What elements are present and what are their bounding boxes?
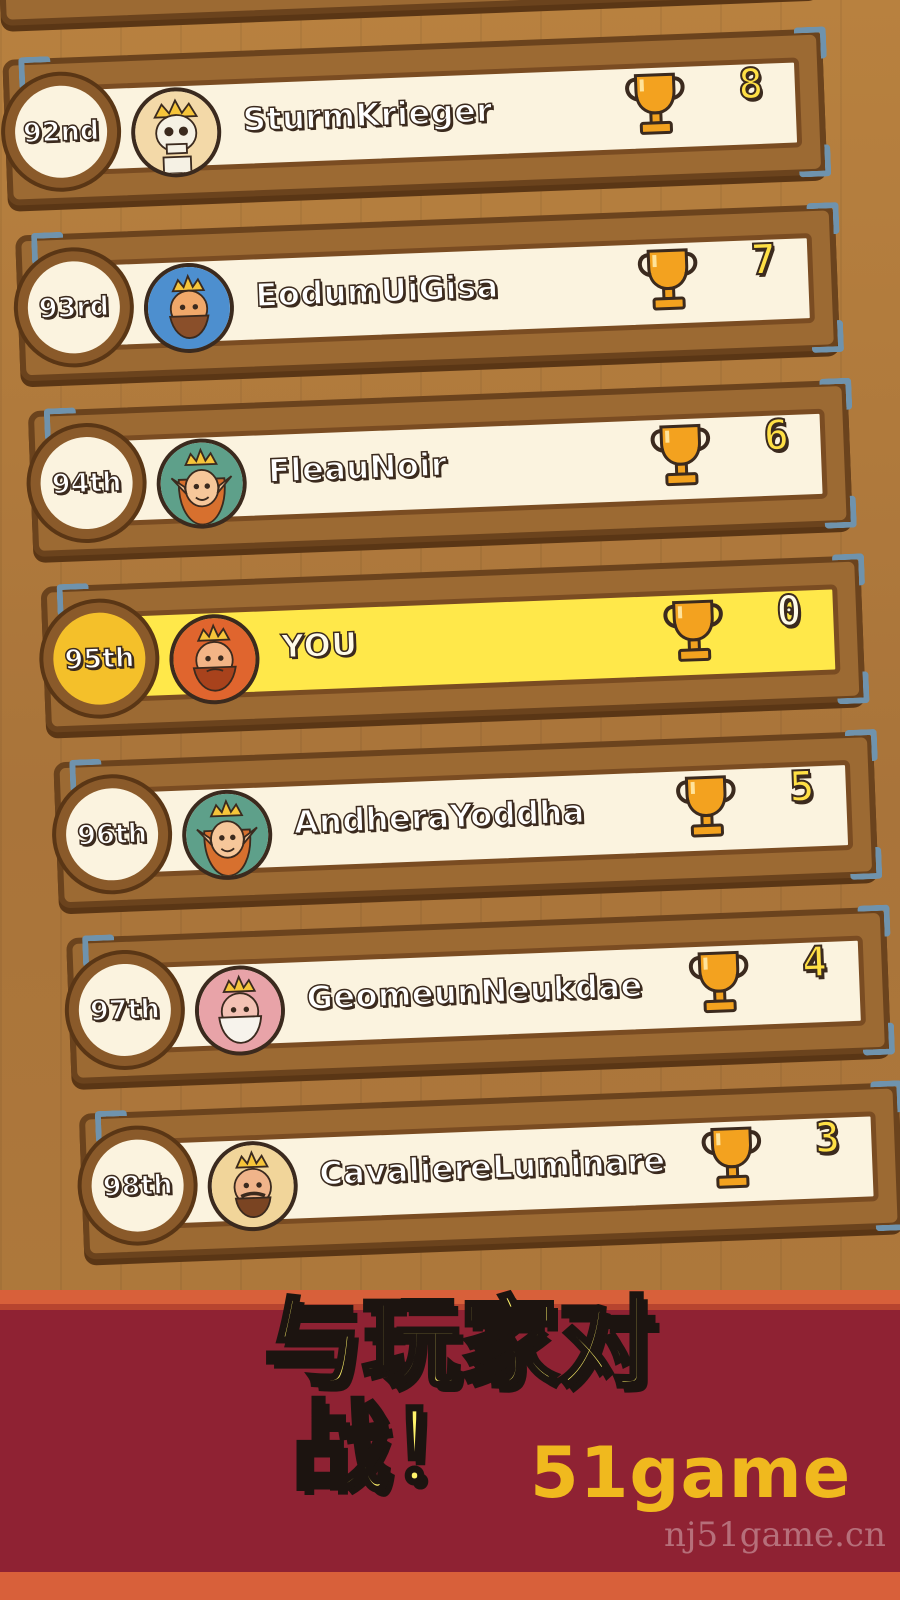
trophy-icon [701, 1126, 762, 1189]
watermark-logo: 51game [530, 1432, 852, 1514]
leaderboard-row[interactable]: 92nd SturmKrieger 8 [2, 26, 832, 206]
leaderboard-row[interactable]: 96th AndheraYoddha 5 [53, 728, 883, 909]
leaderboard-row-partial [0, 0, 821, 26]
trophy-icon [625, 72, 685, 135]
score: 8 [736, 58, 765, 110]
leaderboard-row-you[interactable]: 95th YOU 0 [40, 553, 870, 733]
leaderboard-row[interactable]: 98th CavaliereLuminare 3 [78, 1080, 900, 1260]
trophy-icon [637, 248, 698, 311]
score: 0 [774, 585, 803, 637]
player-name: YOU [280, 624, 360, 666]
leaderboard: 92nd SturmKrieger 8 93rd EodumUiGisa 7 9… [0, 0, 900, 1299]
leaderboard-row[interactable]: 94th FleauNoir 6 [27, 377, 857, 558]
leaderboard-row[interactable]: 93rd EodumUiGisa 7 [15, 201, 845, 382]
score: 3 [813, 1112, 842, 1164]
headline-line-1: 与玩家对 [262, 1287, 658, 1401]
watermark-url: nj51game.cn [664, 1515, 886, 1555]
trophy-icon [650, 423, 711, 487]
score: 5 [787, 760, 816, 812]
player-name: FleauNoir [267, 444, 449, 491]
trophy-icon [688, 950, 749, 1014]
trophy-icon [676, 775, 736, 838]
score: 4 [800, 936, 829, 988]
score: 7 [749, 233, 778, 285]
leaderboard-row[interactable]: 97th GeomeunNeukdae 4 [66, 904, 896, 1085]
score: 6 [762, 409, 791, 461]
trophy-icon [663, 599, 723, 662]
